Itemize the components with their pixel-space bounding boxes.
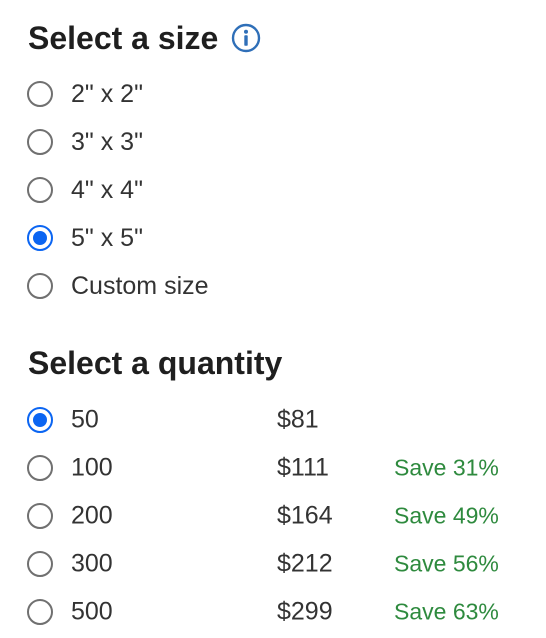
quantity-value: 100 [71, 453, 113, 482]
quantity-option-500[interactable]: 500 $299 Save 63% [27, 594, 527, 630]
price: $212 [277, 549, 333, 578]
radio-button-selected[interactable] [27, 225, 53, 251]
quantity-option-50[interactable]: 50 $81 [27, 402, 527, 438]
size-option-label: 3" x 3" [71, 127, 143, 156]
savings-text: Save 56% [394, 550, 499, 577]
quantity-heading-text: Select a quantity [28, 345, 283, 381]
radio-button[interactable] [27, 599, 53, 625]
radio-button[interactable] [27, 129, 53, 155]
price: $111 [277, 453, 329, 482]
price: $164 [277, 501, 333, 530]
quantity-option-300[interactable]: 300 $212 Save 56% [27, 546, 527, 582]
size-section-title: Select a size [28, 22, 261, 54]
savings-text: Save 63% [394, 598, 499, 625]
radio-button[interactable] [27, 177, 53, 203]
radio-button-selected[interactable] [27, 407, 53, 433]
price: $81 [277, 405, 319, 434]
price: $299 [277, 597, 333, 626]
radio-button[interactable] [27, 273, 53, 299]
size-option-label: 5" x 5" [71, 223, 143, 252]
quantity-section-title: Select a quantity [28, 347, 282, 379]
quantity-option-200[interactable]: 200 $164 Save 49% [27, 498, 527, 534]
size-option-5x5[interactable]: 5" x 5" [27, 220, 143, 256]
savings-text: Save 31% [394, 454, 499, 481]
size-option-label: 4" x 4" [71, 175, 143, 204]
quantity-value: 50 [71, 405, 99, 434]
radio-button[interactable] [27, 503, 53, 529]
size-option-3x3[interactable]: 3" x 3" [27, 124, 143, 160]
size-heading-text: Select a size [28, 20, 219, 56]
radio-button[interactable] [27, 81, 53, 107]
size-option-label: 2" x 2" [71, 79, 143, 108]
info-circle-icon[interactable] [231, 23, 261, 53]
quantity-option-100[interactable]: 100 $111 Save 31% [27, 450, 527, 486]
size-option-label: Custom size [71, 271, 209, 300]
quantity-value: 300 [71, 549, 113, 578]
size-option-4x4[interactable]: 4" x 4" [27, 172, 143, 208]
quantity-value: 200 [71, 501, 113, 530]
size-option-custom[interactable]: Custom size [27, 268, 209, 304]
radio-button[interactable] [27, 551, 53, 577]
quantity-value: 500 [71, 597, 113, 626]
radio-button[interactable] [27, 455, 53, 481]
savings-text: Save 49% [394, 502, 499, 529]
size-option-2x2[interactable]: 2" x 2" [27, 76, 143, 112]
